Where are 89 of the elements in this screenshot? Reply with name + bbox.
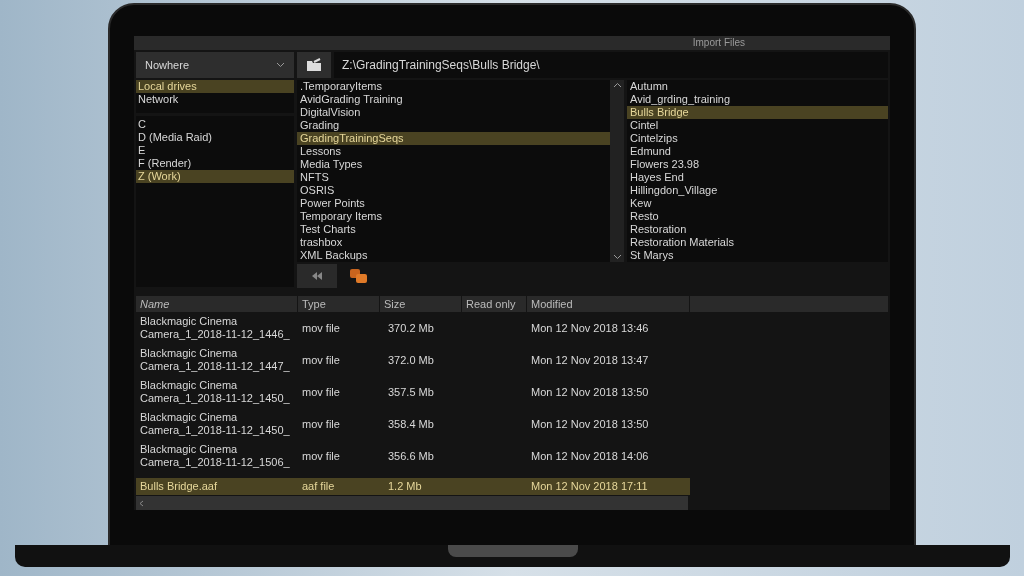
file-type: mov file (301, 416, 341, 432)
table-row[interactable]: Blackmagic Cinema Camera_1_2018-11-12_1506_ mov file 356.6 Mb Mon 12 Nov 2018 14:06 (136, 440, 690, 472)
file-type: aaf file (301, 479, 336, 495)
list-item[interactable]: Avid_grding_training (627, 93, 888, 106)
file-name: Camera_1_2018-11-12_1506_ (140, 456, 291, 469)
list-item[interactable]: Media Types (297, 158, 610, 171)
files-icon[interactable] (349, 268, 369, 284)
file-size: 372.0 Mb (387, 352, 435, 368)
table-row[interactable]: Blackmagic Cinema Camera_1_2018-11-12_1446_ mov file 370.2 Mb Mon 12 Nov 2018 13:46 (136, 312, 690, 344)
list-item[interactable]: NFTS (297, 171, 610, 184)
modified-date: Mon 12 Nov 2018 13:47 (530, 352, 650, 368)
modified-date: Mon 12 Nov 2018 13:46 (530, 320, 650, 336)
file-name: Blackmagic Cinema (140, 347, 239, 360)
column-header[interactable]: Type (298, 296, 380, 312)
file-size: 357.5 Mb (387, 384, 435, 400)
modified-date: Mon 12 Nov 2018 13:50 (530, 384, 650, 400)
column-header[interactable]: Modified (527, 296, 690, 312)
file-name: Blackmagic Cinema (140, 379, 239, 392)
window-title: Import Files (692, 37, 745, 49)
file-name: Camera_1_2018-11-12_1450_ (140, 392, 291, 405)
scroll-down-icon (612, 254, 622, 260)
file-size: 370.2 Mb (387, 320, 435, 336)
path-field[interactable]: Z:\GradingTrainingSeqs\Bulls Bridge\ (334, 52, 888, 78)
list-item[interactable]: Cintelzips (627, 132, 888, 145)
chevron-down-icon (276, 62, 285, 68)
file-name: Blackmagic Cinema (140, 315, 239, 328)
horizontal-scrollbar[interactable] (136, 496, 688, 510)
modified-date: Mon 12 Nov 2018 14:06 (530, 448, 650, 464)
file-type: mov file (301, 352, 341, 368)
table-row[interactable]: Blackmagic Cinema Camera_1_2018-11-12_1450_ mov file 357.5 Mb Mon 12 Nov 2018 13:50 (136, 376, 690, 408)
file-name: Blackmagic Cinema (140, 411, 239, 424)
modified-date: Mon 12 Nov 2018 17:11 (530, 479, 649, 495)
file-name: Blackmagic Cinema (140, 443, 239, 456)
folder-button[interactable] (297, 52, 331, 78)
list-item[interactable]: Restoration Materials (627, 236, 888, 249)
scroll-up-icon (612, 82, 622, 88)
list-item[interactable]: Z (Work) (136, 170, 294, 183)
list-item[interactable]: Network (136, 93, 294, 106)
list-item[interactable]: Hillingdon_Village (627, 184, 888, 197)
list-item[interactable]: Lessons (297, 145, 610, 158)
file-name: Camera_1_2018-11-12_1447_ (140, 360, 291, 373)
modified-date: Mon 12 Nov 2018 13:50 (530, 416, 650, 432)
scrollbar[interactable] (610, 80, 624, 262)
list-item[interactable]: GradingTrainingSeqs (297, 132, 610, 145)
location-dropdown[interactable]: Nowhere (136, 52, 294, 78)
rewind-button[interactable] (297, 264, 337, 288)
list-item[interactable]: Temporary Items (297, 210, 610, 223)
file-name: Camera_1_2018-11-12_1450_ (140, 424, 291, 437)
list-item[interactable]: Resto (627, 210, 888, 223)
list-item[interactable]: AvidGrading Training (297, 93, 610, 106)
column-header[interactable]: Name (136, 296, 298, 312)
list-item[interactable]: D (Media Raid) (136, 131, 294, 144)
list-item[interactable]: Edmund (627, 145, 888, 158)
file-type: mov file (301, 448, 341, 464)
list-item[interactable]: Bulls Bridge (627, 106, 888, 119)
scroll-left-icon (139, 499, 144, 507)
list-item[interactable]: Restoration (627, 223, 888, 236)
list-item[interactable]: trashbox (297, 236, 610, 249)
list-item[interactable]: Test Charts (297, 223, 610, 236)
list-item[interactable]: E (136, 144, 294, 157)
table-row[interactable]: Bulls Bridge.aaf aaf file 1.2 Mb Mon 12 Nov 2018 17:11 (136, 478, 690, 495)
list-item[interactable]: C (136, 118, 294, 131)
list-item[interactable]: OSRIS (297, 184, 610, 197)
column-header[interactable]: Size (380, 296, 462, 312)
list-item[interactable]: Power Points (297, 197, 610, 210)
list-item[interactable]: DigitalVision (297, 106, 610, 119)
column-header[interactable]: Read only (462, 296, 527, 312)
table-row[interactable]: Blackmagic Cinema Camera_1_2018-11-12_1450_ mov file 358.4 Mb Mon 12 Nov 2018 13:50 (136, 408, 690, 440)
list-item[interactable]: Autumn (627, 80, 888, 93)
list-item[interactable]: .TemporaryItems (297, 80, 610, 93)
rewind-icon (311, 272, 323, 280)
file-name: Bulls Bridge.aaf (140, 480, 219, 493)
list-item[interactable]: Cintel (627, 119, 888, 132)
list-item[interactable]: Grading (297, 119, 610, 132)
list-item[interactable]: Flowers 23.98 (627, 158, 888, 171)
file-name: Camera_1_2018-11-12_1446_ (140, 328, 291, 341)
file-size: 1.2 Mb (387, 479, 423, 495)
file-size: 358.4 Mb (387, 416, 435, 432)
list-item[interactable]: Kew (627, 197, 888, 210)
file-type: mov file (301, 320, 341, 336)
file-type: mov file (301, 384, 341, 400)
list-item[interactable]: XML Backups (297, 249, 610, 262)
list-item[interactable]: Local drives (136, 80, 294, 93)
table-row[interactable]: Blackmagic Cinema Camera_1_2018-11-12_1447_ mov file 372.0 Mb Mon 12 Nov 2018 13:47 (136, 344, 690, 376)
file-size: 356.6 Mb (387, 448, 435, 464)
list-item[interactable]: F (Render) (136, 157, 294, 170)
list-item[interactable]: St Marys (627, 249, 888, 262)
list-item[interactable]: Hayes End (627, 171, 888, 184)
folder-icon (306, 58, 322, 72)
